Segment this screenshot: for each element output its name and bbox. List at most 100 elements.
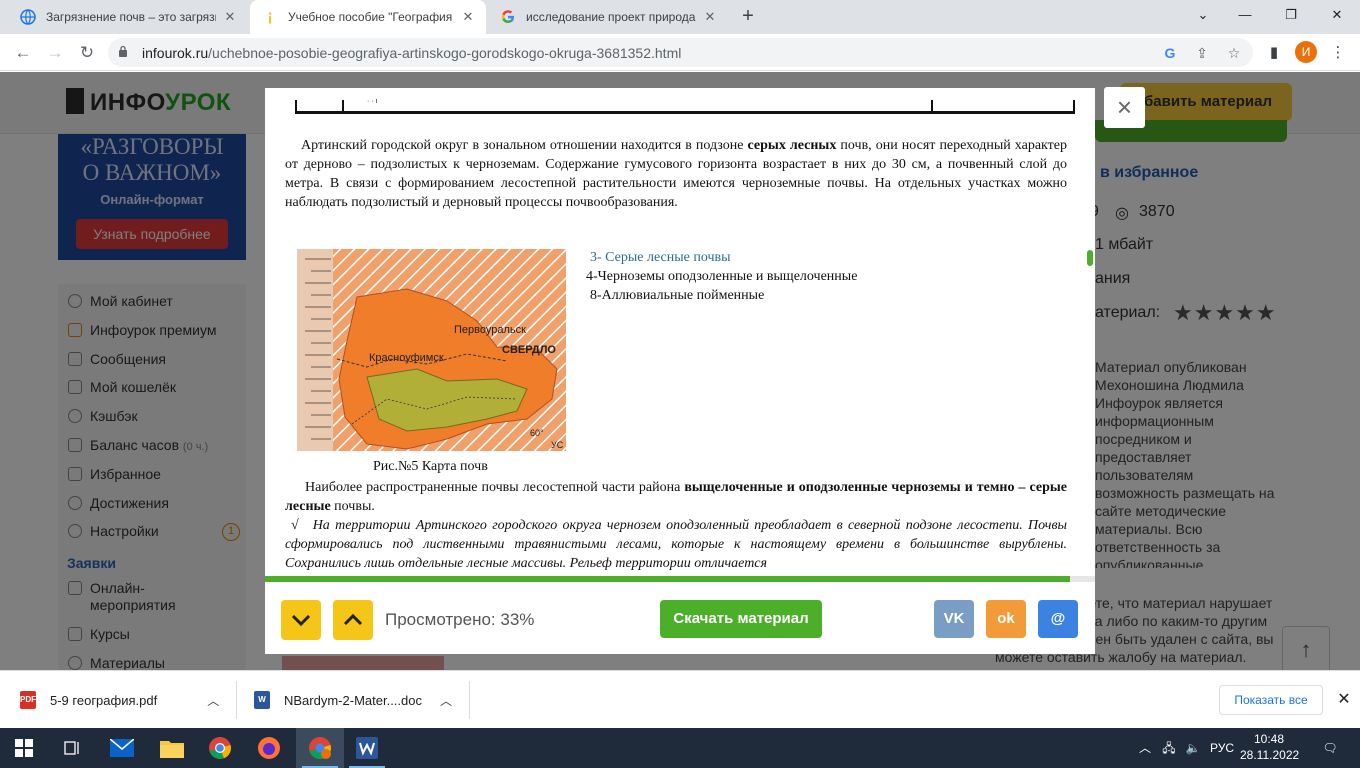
globe-icon — [20, 9, 36, 25]
address-bar[interactable]: infourok.ru/uchebnoe-posobie-geografiya-… — [108, 38, 1253, 67]
chrome-profile-icon — [309, 737, 331, 760]
tab-close-icon[interactable]: ✕ — [702, 9, 718, 25]
show-all-downloads-button[interactable]: Показать все — [1219, 685, 1323, 715]
folder-icon — [160, 741, 184, 758]
tab-title: Загрязнение почв – это загрязн — [46, 10, 216, 24]
browser-tab-2[interactable]: ¡ Учебное пособие "География А ✕ — [250, 0, 486, 34]
document-viewport[interactable]: · · ı Артинский городской округ в зональ… — [265, 88, 1095, 576]
download-item-doc[interactable]: W NBardym-2-Mater....doc ︿ — [254, 683, 452, 717]
url-domain: infourok.ru — [142, 45, 209, 61]
windows-taskbar: ︿ 🖧 🔈 РУС 10:48 28.11.2022 🗨 — [0, 728, 1360, 768]
system-clock[interactable]: 10:48 28.11.2022 — [1240, 731, 1300, 763]
vk-icon: VK — [943, 610, 965, 627]
soil-map-drawing: Первоуральск СВЕРДЛО Красноуфимск 60° УС — [297, 249, 566, 451]
lock-icon — [119, 45, 127, 57]
bookmark-star-icon[interactable]: ☆ — [1224, 43, 1244, 63]
viewed-percentage: Просмотрено: 33% — [385, 610, 535, 629]
map-label-pervouralsk: Первоуральск — [454, 324, 526, 336]
restore-button[interactable]: ❐ — [1268, 0, 1314, 30]
side-panel-icon[interactable]: ▮ — [1262, 41, 1286, 65]
taskbar-file-explorer[interactable] — [148, 728, 196, 768]
back-arrow-icon[interactable]: ← — [10, 40, 36, 66]
para2-text-a: Наиболее распространенные почвы лесостеп… — [305, 480, 685, 495]
window-close-button[interactable]: ✕ — [1314, 0, 1360, 30]
tray-chevron-up-icon[interactable]: ︿ — [1136, 728, 1154, 768]
table-border-tick — [295, 100, 297, 114]
clock-time: 10:48 — [1253, 732, 1285, 746]
map-label-krasnoufimsk: Красноуфимск — [369, 352, 444, 364]
url-path: /uchebnoe-posobie-geografiya-artinskogo-… — [208, 45, 682, 61]
notifications-icon[interactable]: 🗨 — [1314, 728, 1346, 768]
para1-bold: серых лесных — [747, 138, 837, 153]
paragraph-chernozem-details: √ На территории Артинского городского окр… — [285, 516, 1067, 573]
profile-avatar[interactable]: И — [1295, 41, 1317, 63]
task-view-button[interactable] — [48, 728, 96, 768]
map-caption: Рис.№5 Карта почв — [373, 459, 488, 474]
table-border-tick — [931, 100, 933, 114]
paragraph-common-soils: Наиболее распространенные почвы лесостеп… — [285, 478, 1067, 516]
vk-share-button[interactable]: VK — [934, 600, 974, 638]
browser-tab-3[interactable]: исследование проект природа ✕ — [488, 0, 728, 34]
document-scrollbar[interactable] — [1085, 88, 1093, 576]
map-label-edge: УС — [551, 440, 564, 450]
volume-icon[interactable]: 🔈 — [1182, 728, 1204, 768]
windows-start-button[interactable] — [0, 728, 48, 768]
chevron-up-icon[interactable]: ︿ — [207, 692, 219, 709]
taskbar-chrome[interactable] — [196, 728, 244, 768]
scrollbar-thumb[interactable] — [1087, 250, 1093, 266]
legend-grey-forest-soils: 3- Серые лесные почвы — [590, 250, 731, 265]
menu-dots-icon[interactable]: ⋮ — [1326, 41, 1350, 65]
browser-toolbar: ← → ↻ infourok.ru/uchebnoe-posobie-geogr… — [0, 34, 1360, 71]
input-language[interactable]: РУС — [1206, 728, 1238, 768]
taskbar-mail[interactable] — [98, 728, 146, 768]
chevron-down-icon — [291, 614, 311, 627]
share-icon[interactable]: ⇪ — [1192, 43, 1212, 63]
browser-tab-1[interactable]: Загрязнение почв – это загрязн ✕ — [8, 0, 248, 34]
firefox-icon — [258, 737, 280, 759]
clock-date: 28.11.2022 — [1240, 748, 1300, 762]
check-mark-icon: √ — [291, 518, 299, 533]
mail-share-button[interactable]: @ — [1038, 600, 1078, 638]
scroll-up-button[interactable] — [333, 600, 373, 640]
pdf-file-icon: PDF — [20, 691, 36, 709]
minimize-button[interactable]: — — [1222, 0, 1268, 30]
legend-chernozems: 4-Черноземы оподзоленные и выщелоченные — [586, 269, 858, 284]
para3-text: На территории Артинского городского окру… — [285, 518, 1067, 571]
download-material-button[interactable]: Скачать материал — [660, 600, 822, 638]
legend-alluvial: 8-Аллювиальные пойменные — [590, 288, 765, 303]
modal-close-button[interactable]: × — [1104, 87, 1145, 128]
odnoklassniki-icon: ok — [997, 610, 1015, 627]
google-icon — [500, 9, 516, 25]
downloads-divider — [236, 681, 237, 719]
scroll-down-button[interactable] — [281, 600, 321, 640]
forward-arrow-icon[interactable]: → — [42, 40, 68, 66]
tab-close-icon[interactable]: ✕ — [222, 9, 238, 25]
odnoklassniki-share-button[interactable]: ok — [986, 600, 1026, 638]
taskbar-chrome-profile[interactable] — [296, 728, 344, 768]
tab-search-icon[interactable]: ⌄ — [1180, 0, 1226, 30]
network-icon[interactable]: 🖧 — [1158, 728, 1180, 768]
chevron-up-icon[interactable]: ︿ — [440, 692, 452, 709]
google-translate-icon[interactable]: G — [1160, 43, 1180, 63]
table-border-top: · · ı — [295, 98, 1075, 114]
download-file-name: NBardym-2-Mater....doc — [284, 692, 422, 708]
table-cell-fragment: · · ı — [367, 98, 378, 105]
new-tab-button[interactable]: + — [738, 6, 758, 27]
download-file-name: 5-9 география.pdf — [50, 692, 158, 708]
downloads-close-icon[interactable]: ✕ — [1334, 687, 1354, 713]
download-item-pdf[interactable]: PDF 5-9 география.pdf ︿ — [20, 683, 219, 717]
document-preview-modal: · · ı Артинский городской округ в зональ… — [265, 88, 1095, 654]
para2-text-c: почвы. — [330, 499, 375, 514]
tab-close-icon[interactable]: ✕ — [460, 9, 476, 25]
tab-title: исследование проект природа — [526, 10, 696, 24]
taskbar-firefox[interactable] — [245, 728, 293, 768]
taskbar-word[interactable] — [343, 728, 391, 768]
table-border-tick — [1073, 100, 1075, 114]
task-view-icon — [64, 741, 79, 755]
map-label-degree: 60° — [530, 428, 544, 438]
reload-icon[interactable]: ↻ — [74, 40, 100, 66]
downloads-divider — [469, 681, 470, 719]
tab-title: Учебное пособие "География А — [288, 10, 454, 24]
paragraph-soil-zone: Артинский городской округ в зональном от… — [285, 136, 1067, 212]
soil-map-image: Первоуральск СВЕРДЛО Красноуфимск 60° УС — [297, 249, 566, 451]
